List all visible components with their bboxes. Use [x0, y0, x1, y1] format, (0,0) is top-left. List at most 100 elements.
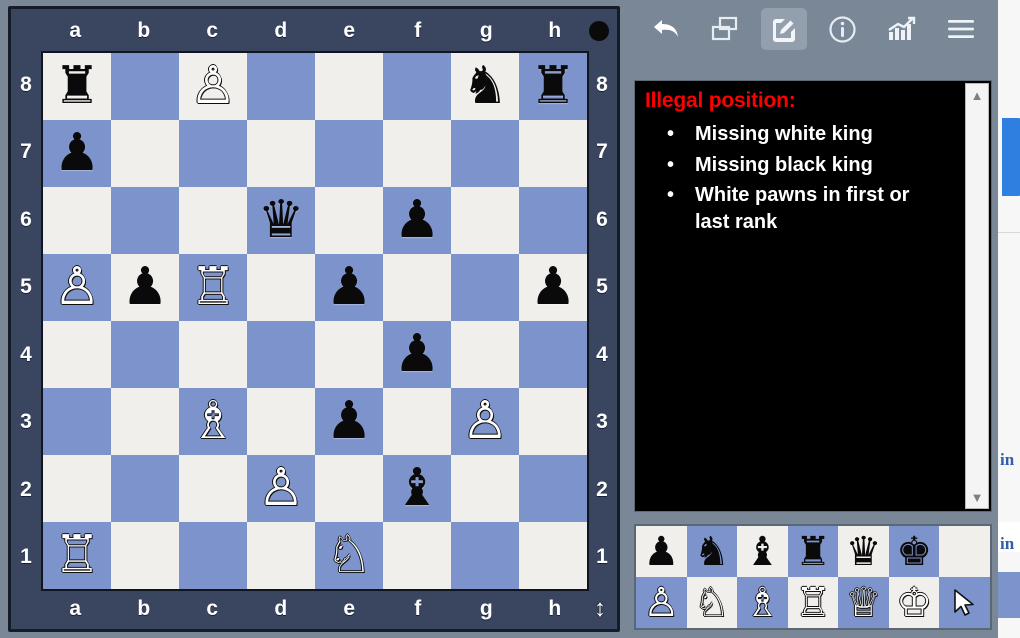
piece-black-p-e3[interactable]: ♟ [326, 395, 373, 447]
square-c7[interactable] [179, 120, 247, 187]
piece-black-p-f6[interactable]: ♟ [394, 194, 441, 246]
board-resize-handle[interactable]: ↕ [587, 593, 613, 625]
square-f3[interactable] [383, 388, 451, 455]
square-b5[interactable]: ♟ [111, 254, 179, 321]
square-c6[interactable] [179, 187, 247, 254]
palette-white-bishop[interactable]: ♗ [737, 577, 788, 628]
square-f7[interactable] [383, 120, 451, 187]
square-g2[interactable] [451, 455, 519, 522]
square-f4[interactable]: ♟ [383, 321, 451, 388]
square-g3[interactable]: ♙ [451, 388, 519, 455]
palette-black-king[interactable]: ♚ [888, 526, 940, 577]
palette-white-king[interactable]: ♔ [888, 577, 940, 628]
piece-black-p-e5[interactable]: ♟ [326, 261, 373, 313]
square-a1[interactable]: ♖ [43, 522, 111, 589]
square-a3[interactable] [43, 388, 111, 455]
square-a2[interactable] [43, 455, 111, 522]
square-a4[interactable] [43, 321, 111, 388]
info-circle-icon[interactable] [820, 8, 866, 50]
square-g1[interactable] [451, 522, 519, 589]
square-g4[interactable] [451, 321, 519, 388]
piece-black-p-h5[interactable]: ♟ [530, 261, 577, 313]
piece-white-n-e1[interactable]: ♘ [326, 529, 373, 581]
scroll-up-icon[interactable]: ▲ [966, 84, 988, 106]
square-d4[interactable] [247, 321, 315, 388]
piece-black-n-g8[interactable]: ♞ [462, 60, 509, 112]
square-e1[interactable]: ♘ [315, 522, 383, 589]
square-c1[interactable] [179, 522, 247, 589]
back-arrow-icon[interactable] [643, 8, 689, 50]
piece-black-p-a7[interactable]: ♟ [54, 127, 101, 179]
piece-white-r-a1[interactable]: ♖ [54, 529, 101, 581]
square-b6[interactable] [111, 187, 179, 254]
square-f8[interactable] [383, 53, 451, 120]
square-c3[interactable]: ♗ [179, 388, 247, 455]
palette-eraser[interactable] [939, 526, 990, 577]
square-c4[interactable] [179, 321, 247, 388]
palette-black-bishop[interactable]: ♝ [737, 526, 788, 577]
square-f1[interactable] [383, 522, 451, 589]
square-h1[interactable] [519, 522, 587, 589]
square-b7[interactable] [111, 120, 179, 187]
piece-black-p-b5[interactable]: ♟ [122, 261, 169, 313]
scrollbar-track[interactable] [966, 106, 988, 486]
palette-black-pawn[interactable]: ♟ [636, 526, 687, 577]
square-f6[interactable]: ♟ [383, 187, 451, 254]
square-h5[interactable]: ♟ [519, 254, 587, 321]
square-h3[interactable] [519, 388, 587, 455]
square-h6[interactable] [519, 187, 587, 254]
square-d3[interactable] [247, 388, 315, 455]
square-e7[interactable] [315, 120, 383, 187]
square-e8[interactable] [315, 53, 383, 120]
square-d1[interactable] [247, 522, 315, 589]
piece-black-r-a8[interactable]: ♜ [54, 60, 101, 112]
square-c8[interactable]: ♙ [179, 53, 247, 120]
palette-white-pawn[interactable]: ♙ [636, 577, 687, 628]
message-scrollbar[interactable]: ▲ ▼ [965, 83, 989, 509]
square-g5[interactable] [451, 254, 519, 321]
square-c5[interactable]: ♖ [179, 254, 247, 321]
piece-white-p-d2[interactable]: ♙ [258, 462, 305, 514]
piece-white-p-a5[interactable]: ♙ [54, 261, 101, 313]
palette-cursor-tool[interactable] [939, 577, 990, 628]
piece-palette[interactable]: ♟ ♞ ♝ ♜ ♛ ♚ ♙ ♘ ♗ ♖ ♕ ♔ [634, 524, 992, 630]
square-d2[interactable]: ♙ [247, 455, 315, 522]
piece-black-b-f2[interactable]: ♝ [394, 462, 441, 514]
edit-pencil-icon[interactable] [760, 8, 807, 50]
square-h4[interactable] [519, 321, 587, 388]
square-e5[interactable]: ♟ [315, 254, 383, 321]
square-b1[interactable] [111, 522, 179, 589]
square-h8[interactable]: ♜ [519, 53, 587, 120]
square-f2[interactable]: ♝ [383, 455, 451, 522]
analysis-chart-icon[interactable] [879, 8, 925, 50]
piece-black-r-h8[interactable]: ♜ [530, 60, 577, 112]
square-c2[interactable] [179, 455, 247, 522]
palette-black-knight[interactable]: ♞ [686, 526, 738, 577]
square-b8[interactable] [111, 53, 179, 120]
piece-white-b-c3[interactable]: ♗ [190, 395, 237, 447]
palette-black-rook[interactable]: ♜ [787, 526, 839, 577]
palette-black-queen[interactable]: ♛ [838, 526, 889, 577]
square-e2[interactable] [315, 455, 383, 522]
piece-black-q-d6[interactable]: ♛ [258, 194, 305, 246]
piece-white-p-g3[interactable]: ♙ [462, 395, 509, 447]
square-g7[interactable] [451, 120, 519, 187]
piece-white-r-c5[interactable]: ♖ [190, 261, 237, 313]
square-d5[interactable] [247, 254, 315, 321]
square-a8[interactable]: ♜ [43, 53, 111, 120]
scroll-down-icon[interactable]: ▼ [966, 486, 988, 508]
square-f5[interactable] [383, 254, 451, 321]
chess-board-grid[interactable]: ♜ ♙ ♞ ♜ ♟ ♛ ♟ ♙ ♟ ♖ ♟ ♟ ♟ ♗ ♟ ♙ ♙ ♝ ♖ ♘ [41, 51, 589, 591]
square-e6[interactable] [315, 187, 383, 254]
square-e4[interactable] [315, 321, 383, 388]
square-a5[interactable]: ♙ [43, 254, 111, 321]
square-g8[interactable]: ♞ [451, 53, 519, 120]
square-b2[interactable] [111, 455, 179, 522]
side-to-move-indicator[interactable] [589, 21, 609, 41]
square-a7[interactable]: ♟ [43, 120, 111, 187]
square-d8[interactable] [247, 53, 315, 120]
square-d6[interactable]: ♛ [247, 187, 315, 254]
square-g6[interactable] [451, 187, 519, 254]
piece-white-p-c8[interactable]: ♙ [190, 60, 237, 112]
square-e3[interactable]: ♟ [315, 388, 383, 455]
